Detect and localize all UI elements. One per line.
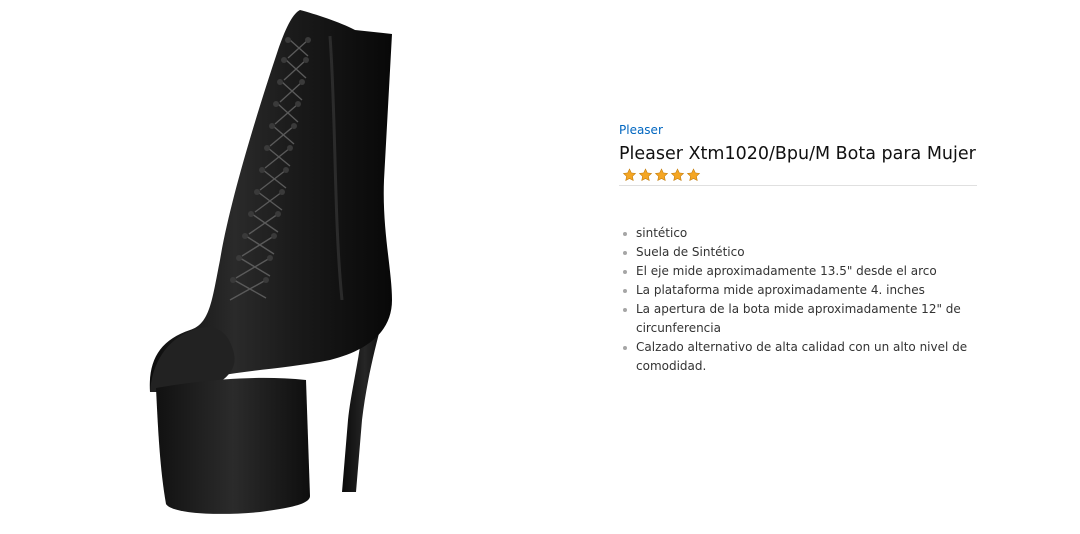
feature-item: sintético [619, 224, 977, 243]
product-image[interactable] [130, 0, 430, 534]
star-icon [638, 168, 653, 182]
divider [619, 185, 977, 186]
star-icon [654, 168, 669, 182]
product-title[interactable]: Pleaser Xtm1020/Bpu/M Bota para Mujer [619, 143, 977, 165]
feature-item: La plataforma mide aproximadamente 4. in… [619, 281, 977, 300]
feature-item: Calzado alternativo de alta calidad con … [619, 338, 977, 376]
star-icon [686, 168, 701, 182]
star-rating[interactable] [619, 168, 977, 182]
feature-item: El eje mide aproximadamente 13.5" desde … [619, 262, 977, 281]
star-icon [622, 168, 637, 182]
product-details: Pleaser Pleaser Xtm1020/Bpu/M Bota para … [619, 122, 977, 376]
star-icon [670, 168, 685, 182]
feature-item: La apertura de la bota mide aproximadame… [619, 300, 977, 338]
feature-item: Suela de Sintético [619, 243, 977, 262]
boot-platform [156, 377, 310, 514]
brand-link[interactable]: Pleaser [619, 122, 977, 138]
feature-list: sintético Suela de Sintético El eje mide… [619, 224, 977, 376]
